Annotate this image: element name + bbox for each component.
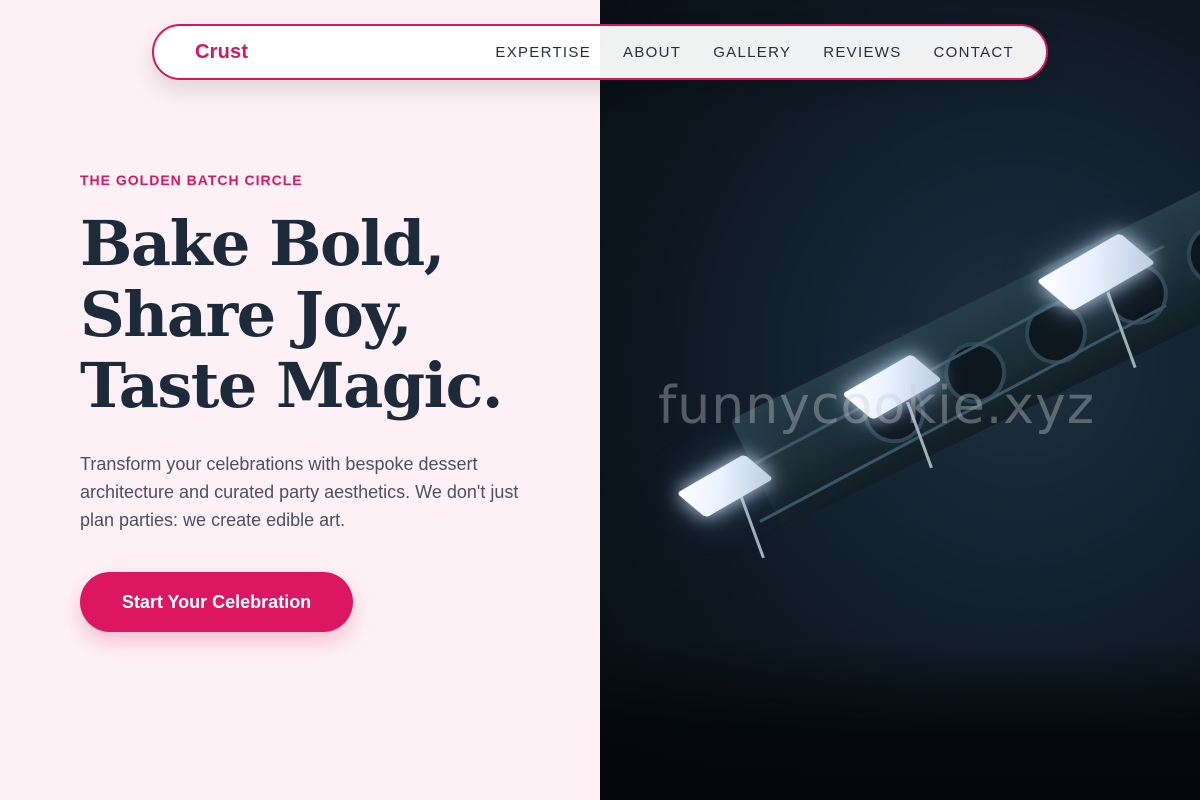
truss-hole (1176, 212, 1200, 296)
brand-logo[interactable]: Crust (195, 41, 248, 64)
nav-link-gallery[interactable]: GALLERY (713, 44, 791, 61)
top-navigation: Crust EXPERTISE ABOUT GALLERY REVIEWS CO… (152, 24, 1048, 80)
nav-link-reviews[interactable]: REVIEWS (823, 44, 901, 61)
lamp-bracket (738, 491, 765, 559)
hero-description: Transform your celebrations with bespoke… (80, 454, 519, 530)
headline-line: Taste Magic. (80, 349, 504, 422)
nav-link-expertise[interactable]: EXPERTISE (495, 44, 591, 61)
image-shadow-band (600, 640, 1200, 800)
stage-truss (730, 104, 1200, 528)
headline-line: Bake Bold, (80, 207, 445, 280)
headline-line: Share Joy, (80, 278, 413, 351)
nav-link-about[interactable]: ABOUT (623, 44, 681, 61)
image-watermark: funnycookie.xyz (658, 376, 1096, 436)
hero-headline: Bake Bold, Share Joy, Taste Magic. (80, 208, 580, 421)
hero-image-panel: funnycookie.xyz (600, 0, 1200, 800)
nav-links: EXPERTISE ABOUT GALLERY REVIEWS CONTACT (463, 44, 1014, 61)
nav-link-contact[interactable]: CONTACT (934, 44, 1014, 61)
hero-eyebrow: THE GOLDEN BATCH CIRCLE (80, 172, 303, 188)
start-celebration-button[interactable]: Start Your Celebration (80, 572, 353, 632)
